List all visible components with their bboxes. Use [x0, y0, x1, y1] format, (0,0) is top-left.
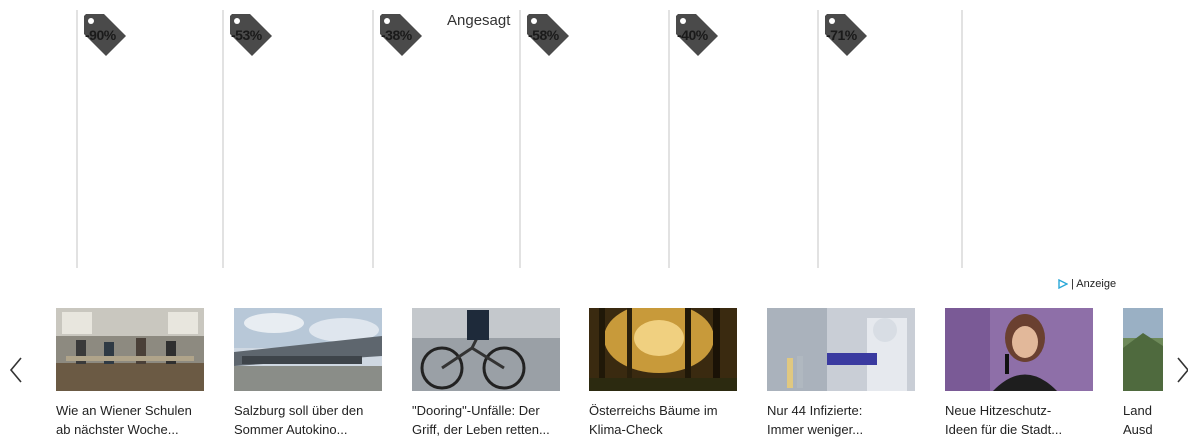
caption-line: Österreichs Bäume im: [589, 403, 718, 418]
deal-card[interactable]: -40%: [668, 10, 814, 268]
news-item[interactable]: "Dooring"-Unfälle: Der Griff, der Leben …: [412, 308, 560, 439]
price-tag-icon: -90%: [82, 12, 128, 58]
price-tag-icon: -58%: [525, 12, 571, 58]
ad-label-text: | Anzeige: [1071, 278, 1117, 290]
news-caption[interactable]: Land Ausd: [1123, 401, 1163, 439]
deal-card[interactable]: -53%: [222, 10, 368, 268]
caption-line: Ausd: [1123, 422, 1153, 437]
caption-line: Wie an Wiener Schulen: [56, 403, 192, 418]
caption-line: Sommer Autokino...: [234, 422, 348, 437]
news-item[interactable]: Land Ausd: [1123, 308, 1163, 439]
caption-line: Griff, der Leben retten...: [412, 422, 550, 437]
caption-line: Klima-Check: [589, 422, 663, 437]
news-caption[interactable]: Wie an Wiener Schulen ab nächster Woche.…: [56, 401, 208, 439]
discount-label: -53%: [231, 27, 262, 43]
section-heading: Angesagt: [447, 12, 511, 29]
discount-label: -58%: [528, 27, 559, 43]
news-item[interactable]: Wie an Wiener Schulen ab nächster Woche.…: [56, 308, 204, 439]
news-item[interactable]: Salzburg soll über den Sommer Autokino..…: [234, 308, 382, 439]
news-thumbnail: [767, 308, 915, 391]
news-item[interactable]: Neue Hitzeschutz- Ideen für die Stadt...: [945, 308, 1093, 439]
discount-label: -71%: [826, 27, 857, 43]
deal-card[interactable]: -71%: [817, 10, 963, 268]
caption-line: Nur 44 Infizierte:: [767, 403, 863, 418]
news-item[interactable]: Nur 44 Infizierte: Immer weniger...: [767, 308, 915, 439]
news-thumbnail: [56, 308, 204, 391]
carousel-prev-button[interactable]: [6, 355, 26, 385]
news-item[interactable]: Österreichs Bäume im Klima-Check: [589, 308, 737, 439]
caption-line: Salzburg soll über den: [234, 403, 364, 418]
news-thumbnail: [589, 308, 737, 391]
news-thumbnail: [412, 308, 560, 391]
news-thumbnail: [945, 308, 1093, 391]
news-caption[interactable]: "Dooring"-Unfälle: Der Griff, der Leben …: [412, 401, 564, 439]
price-tag-icon: -71%: [823, 12, 869, 58]
news-caption[interactable]: Nur 44 Infizierte: Immer weniger...: [767, 401, 919, 439]
news-caption[interactable]: Österreichs Bäume im Klima-Check: [589, 401, 741, 439]
ad-label[interactable]: | Anzeige: [1058, 278, 1116, 290]
price-tag-icon: -38%: [378, 12, 424, 58]
caption-line: "Dooring"-Unfälle: Der: [412, 403, 540, 418]
deal-card[interactable]: -38%: [372, 10, 518, 268]
discount-label: -40%: [677, 27, 708, 43]
news-thumbnail: [234, 308, 382, 391]
discount-label: -90%: [85, 27, 116, 43]
caption-line: Ideen für die Stadt...: [945, 422, 1063, 437]
news-caption[interactable]: Neue Hitzeschutz- Ideen für die Stadt...: [945, 401, 1097, 439]
caption-line: Immer weniger...: [767, 422, 864, 437]
caption-line: Neue Hitzeschutz-: [945, 403, 1052, 418]
deal-card[interactable]: -58%: [519, 10, 665, 268]
deal-card[interactable]: -90%: [76, 10, 222, 268]
deals-strip: -90% -53% -38% -58% -40% -71% Angesagt |…: [0, 0, 1188, 290]
news-thumbnail: [1123, 308, 1163, 391]
price-tag-icon: -40%: [674, 12, 720, 58]
news-caption[interactable]: Salzburg soll über den Sommer Autokino..…: [234, 401, 386, 439]
caption-line: ab nächster Woche...: [56, 422, 179, 437]
chevron-left-icon: [9, 357, 22, 383]
caption-line: Land: [1123, 403, 1152, 418]
news-carousel: Wie an Wiener Schulen ab nächster Woche.…: [0, 300, 1188, 437]
adchoices-icon[interactable]: [1058, 279, 1068, 289]
carousel-next-button[interactable]: [1176, 355, 1188, 385]
chevron-right-icon: [1177, 357, 1188, 383]
price-tag-icon: -53%: [228, 12, 274, 58]
discount-label: -38%: [381, 27, 412, 43]
